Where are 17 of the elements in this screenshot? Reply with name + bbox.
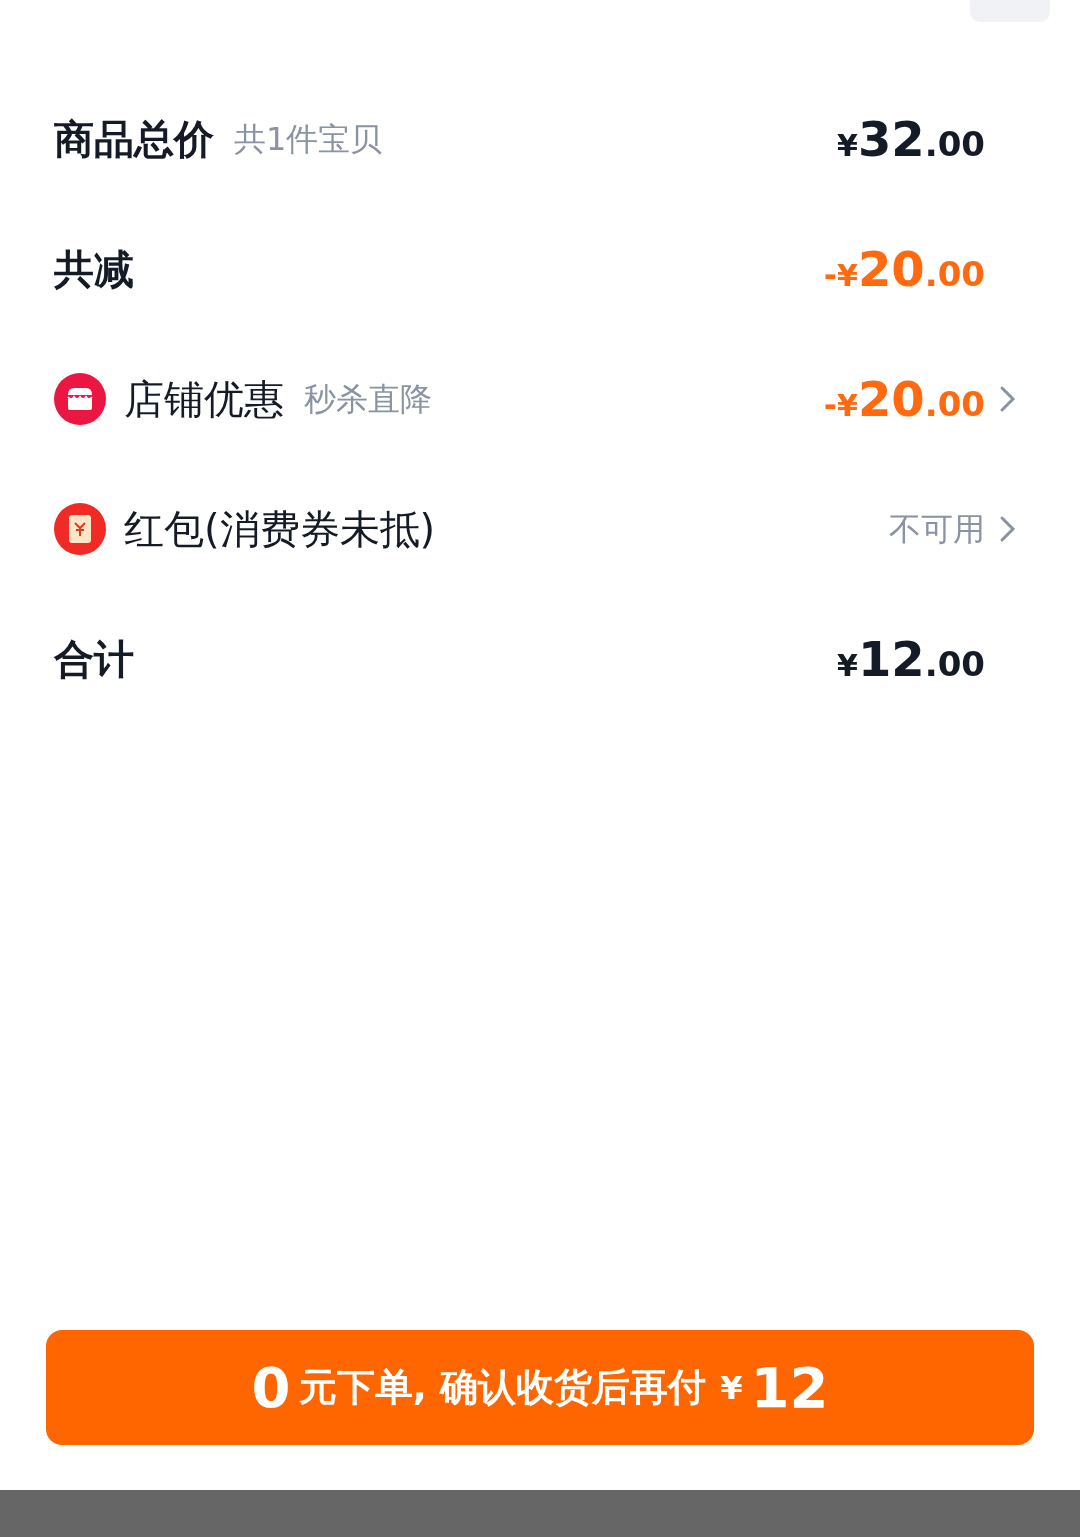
price: ¥32.00 [837,115,985,163]
price: -¥20.00 [823,245,985,293]
price: ¥12.00 [837,635,985,683]
row-note: 秒杀直降 [304,379,432,420]
row-label: 商品总价 [54,115,214,164]
price: -¥20.00 [823,375,985,423]
row-label: 红包(消费券未抵) [124,505,436,554]
pay-button[interactable]: 0 元下单, 确认收货后再付 ¥12 [46,1330,1034,1445]
envelope-icon [54,503,106,555]
status-text: 不可用 [889,509,985,550]
chevron-icon[interactable] [999,514,1017,544]
row-label: 共减 [54,245,134,294]
chevron-icon[interactable] [999,384,1017,414]
row-note: 共1件宝贝 [234,119,383,160]
row-label: 店铺优惠 [124,375,284,424]
shop-icon [54,373,106,425]
row-label: 合计 [54,635,134,684]
